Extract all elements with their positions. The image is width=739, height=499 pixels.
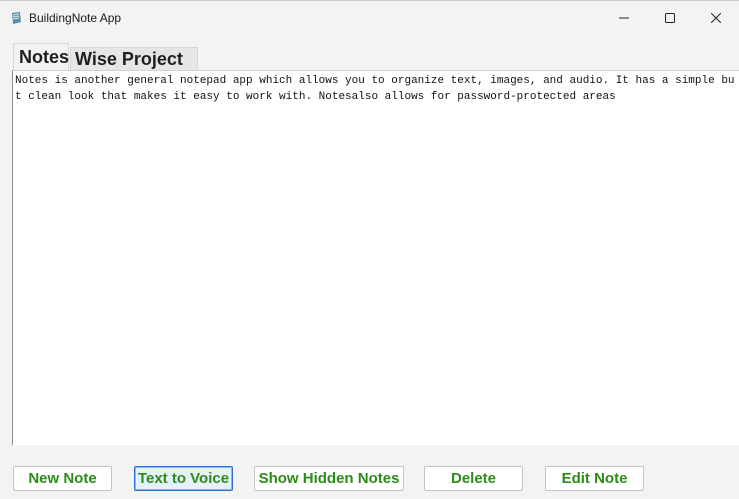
text-to-voice-button[interactable]: Text to Voice <box>134 466 233 491</box>
close-button[interactable] <box>693 1 739 35</box>
title-bar[interactable]: BuildingNote App <box>0 0 739 35</box>
show-hidden-notes-button[interactable]: Show Hidden Notes <box>254 466 404 491</box>
maximize-button[interactable] <box>647 1 693 35</box>
close-icon <box>711 13 721 23</box>
maximize-icon <box>665 13 675 23</box>
tab-wise-project[interactable]: Wise Project <box>70 47 198 70</box>
minimize-button[interactable] <box>601 1 647 35</box>
new-note-button[interactable]: New Note <box>13 466 112 491</box>
delete-button[interactable]: Delete <box>424 466 523 491</box>
minimize-icon <box>619 17 629 19</box>
edit-note-button[interactable]: Edit Note <box>545 466 644 491</box>
note-text-area[interactable]: Notes is another general notepad app whi… <box>12 70 739 445</box>
button-bar: New Note Text to Voice Show Hidden Notes… <box>0 446 739 499</box>
tab-notes[interactable]: Notes <box>13 43 69 70</box>
window-title: BuildingNote App <box>29 11 122 25</box>
app-icon <box>12 12 21 24</box>
